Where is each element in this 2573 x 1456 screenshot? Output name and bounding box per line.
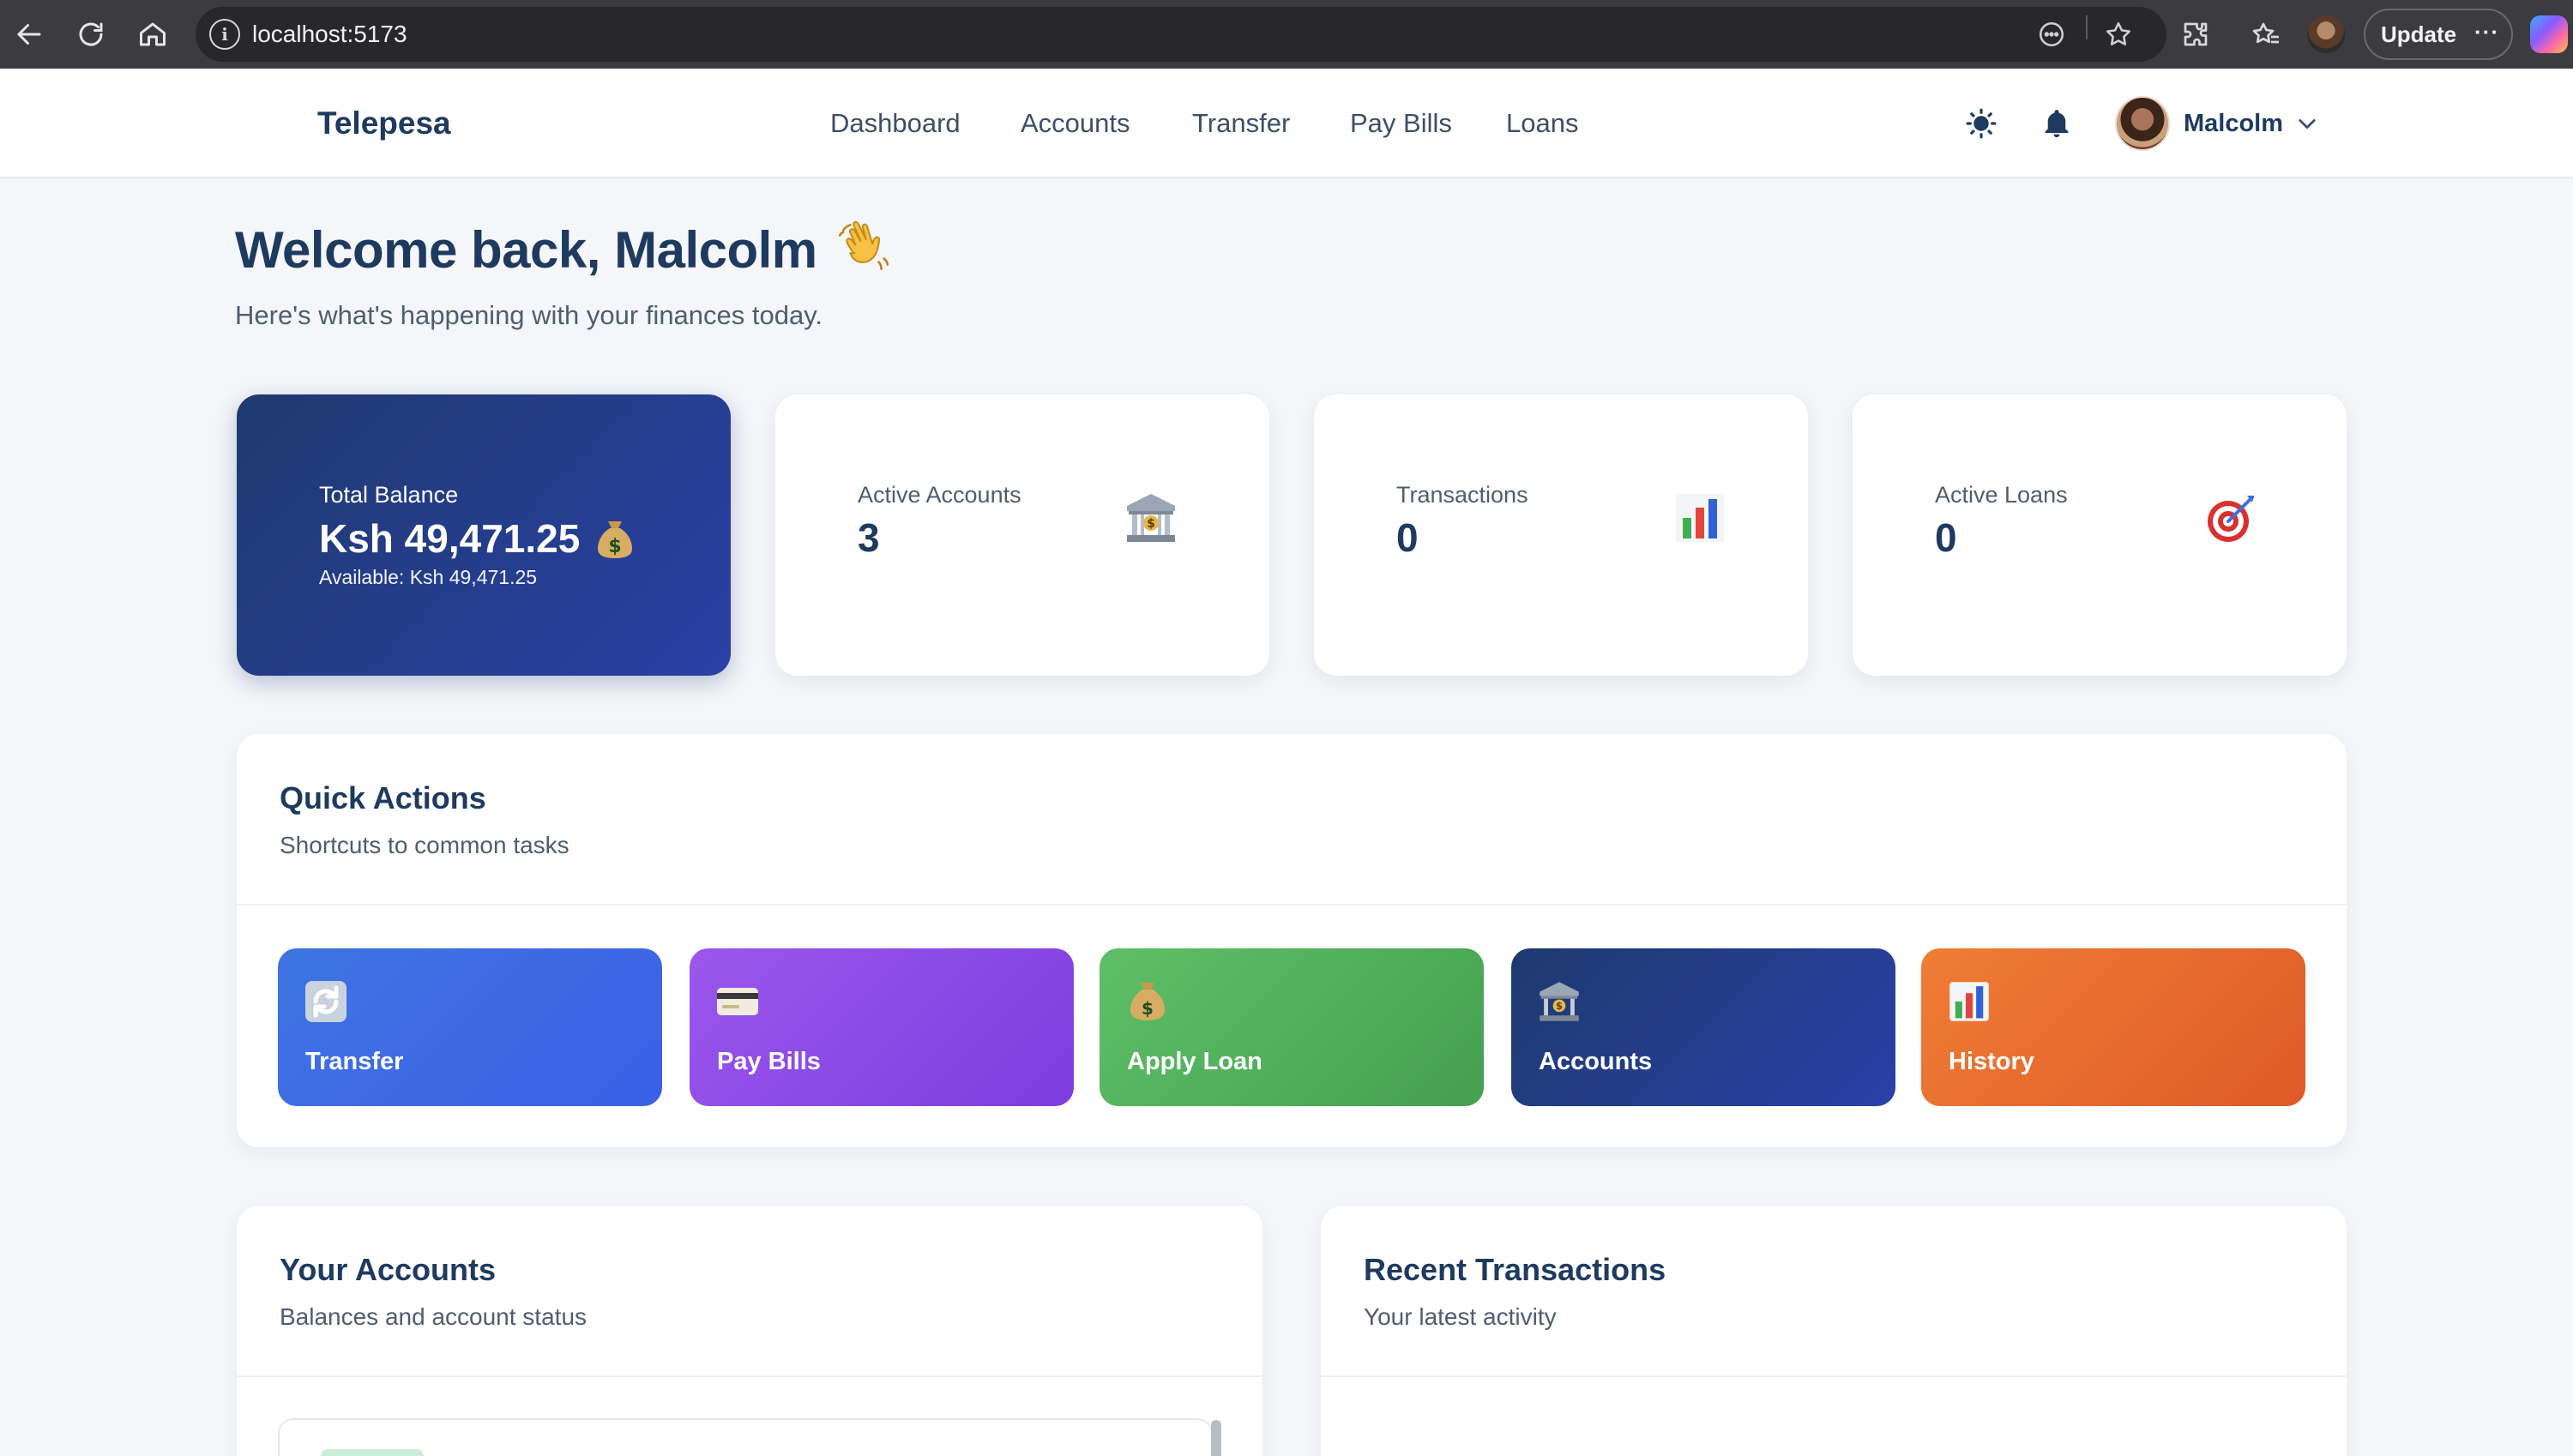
- quick-action-label: History: [1949, 1048, 2034, 1075]
- nav-transfer[interactable]: Transfer: [1192, 69, 1290, 178]
- nav-pay-bills[interactable]: Pay Bills: [1350, 69, 1452, 178]
- panel-subtitle: Balances and account status: [280, 1303, 588, 1330]
- nav-loans[interactable]: Loans: [1506, 69, 1578, 178]
- transactions-card[interactable]: Transactions 0: [1314, 394, 1808, 676]
- target-icon: [2208, 496, 2254, 542]
- panel-divider: [237, 904, 2347, 905]
- profile-avatar[interactable]: [2307, 15, 2345, 53]
- quick-action-pay-bills[interactable]: Pay Bills: [690, 948, 1074, 1106]
- more-menu-icon[interactable]: ···: [2474, 19, 2499, 45]
- bank-icon: $: [1540, 982, 1579, 1021]
- quick-action-label: Apply Loan: [1127, 1048, 1262, 1075]
- money-bag-icon: $: [1130, 983, 1165, 1020]
- update-button[interactable]: Update ···: [2364, 9, 2513, 60]
- active-accounts-card[interactable]: Active Accounts 3 $: [775, 394, 1269, 676]
- quick-action-label: Accounts: [1539, 1048, 1653, 1075]
- svg-text:$: $: [1142, 998, 1154, 1019]
- active-loans-card[interactable]: Active Loans 0: [1853, 394, 2347, 676]
- favorites-icon[interactable]: [2245, 14, 2287, 55]
- stat-label: Transactions: [1396, 482, 1528, 508]
- svg-text:$: $: [608, 536, 621, 557]
- refresh-icon: [305, 981, 346, 1022]
- bookmark-star-icon[interactable]: [2101, 17, 2136, 51]
- panel-title: Recent Transactions: [1364, 1252, 1666, 1287]
- credit-card-icon: [717, 988, 758, 1015]
- panel-divider: [237, 1375, 1262, 1377]
- panel-title: Your Accounts: [280, 1252, 497, 1287]
- quick-action-label: Transfer: [305, 1048, 404, 1075]
- home-icon[interactable]: [127, 9, 178, 60]
- page-subtitle: Here's what's happening with your financ…: [235, 300, 823, 330]
- recent-transactions-panel: Recent Transactions Your latest activity: [1321, 1206, 2347, 1456]
- stat-value: Ksh 49,471.25 $: [319, 514, 636, 562]
- stat-value: 0: [1935, 515, 1957, 560]
- stat-label: Total Balance: [319, 482, 459, 508]
- browser-toolbar: i localhost:5173 Update ···: [0, 0, 2573, 69]
- reload-icon[interactable]: [65, 9, 117, 60]
- quick-action-accounts[interactable]: $ Accounts: [1511, 948, 1895, 1106]
- site-info-icon[interactable]: i: [209, 19, 240, 50]
- theme-toggle-sun-icon[interactable]: [1962, 105, 2000, 142]
- brand-logo[interactable]: Telepesa: [317, 69, 451, 178]
- available-balance: Available: Ksh 49,471.25: [319, 566, 538, 588]
- svg-text:$: $: [1147, 517, 1155, 531]
- notifications-bell-icon[interactable]: [2038, 105, 2076, 142]
- page-title: Welcome back, Malcolm: [235, 218, 893, 280]
- nav-accounts[interactable]: Accounts: [1021, 69, 1130, 178]
- panel-divider: [1321, 1375, 2347, 1377]
- money-bag-icon: $: [598, 521, 633, 558]
- panel-subtitle: Your latest activity: [1364, 1303, 1557, 1330]
- welcome-title-text: Welcome back, Malcolm: [235, 221, 817, 279]
- bar-chart-icon: [1949, 982, 1989, 1021]
- update-label: Update: [2381, 21, 2457, 47]
- quick-action-label: Pay Bills: [717, 1048, 821, 1075]
- stat-label: Active Loans: [1935, 482, 2068, 508]
- quick-action-history[interactable]: History: [1921, 948, 2305, 1106]
- page-actions-icon[interactable]: [2034, 17, 2069, 51]
- nav-dashboard[interactable]: Dashboard: [830, 69, 961, 178]
- stat-value: 3: [858, 515, 880, 560]
- svg-text:$: $: [1556, 1000, 1563, 1012]
- bank-icon: $: [1127, 494, 1175, 542]
- back-icon[interactable]: [3, 9, 55, 60]
- waving-hand-icon: [838, 220, 889, 271]
- panel-title: Quick Actions: [280, 780, 486, 815]
- toolbar-divider: [2086, 15, 2088, 39]
- accounts-scrollbar[interactable]: [1211, 1420, 1221, 1456]
- user-avatar[interactable]: [2115, 96, 2170, 151]
- stat-label: Active Accounts: [858, 482, 1021, 508]
- status-badge: [321, 1449, 424, 1456]
- account-item[interactable]: [278, 1418, 1213, 1456]
- stat-value: 0: [1396, 515, 1419, 560]
- chevron-down-icon[interactable]: [2295, 111, 2319, 135]
- copilot-icon[interactable]: [2530, 15, 2568, 53]
- bar-chart-icon: [1676, 494, 1724, 542]
- app-header: Telepesa Dashboard Accounts Transfer Pay…: [0, 69, 2573, 178]
- total-balance-card[interactable]: Total Balance Ksh 49,471.25 $ Available:…: [237, 394, 731, 676]
- user-name[interactable]: Malcolm: [2184, 69, 2283, 178]
- extensions-icon[interactable]: [2175, 14, 2216, 55]
- url-text[interactable]: localhost:5173: [252, 7, 407, 62]
- address-bar[interactable]: i localhost:5173: [196, 7, 2166, 62]
- quick-action-transfer[interactable]: Transfer: [278, 948, 662, 1106]
- quick-action-apply-loan[interactable]: $ Apply Loan: [1100, 948, 1484, 1106]
- balance-value: Ksh 49,471.25: [319, 516, 581, 561]
- panel-subtitle: Shortcuts to common tasks: [280, 832, 569, 858]
